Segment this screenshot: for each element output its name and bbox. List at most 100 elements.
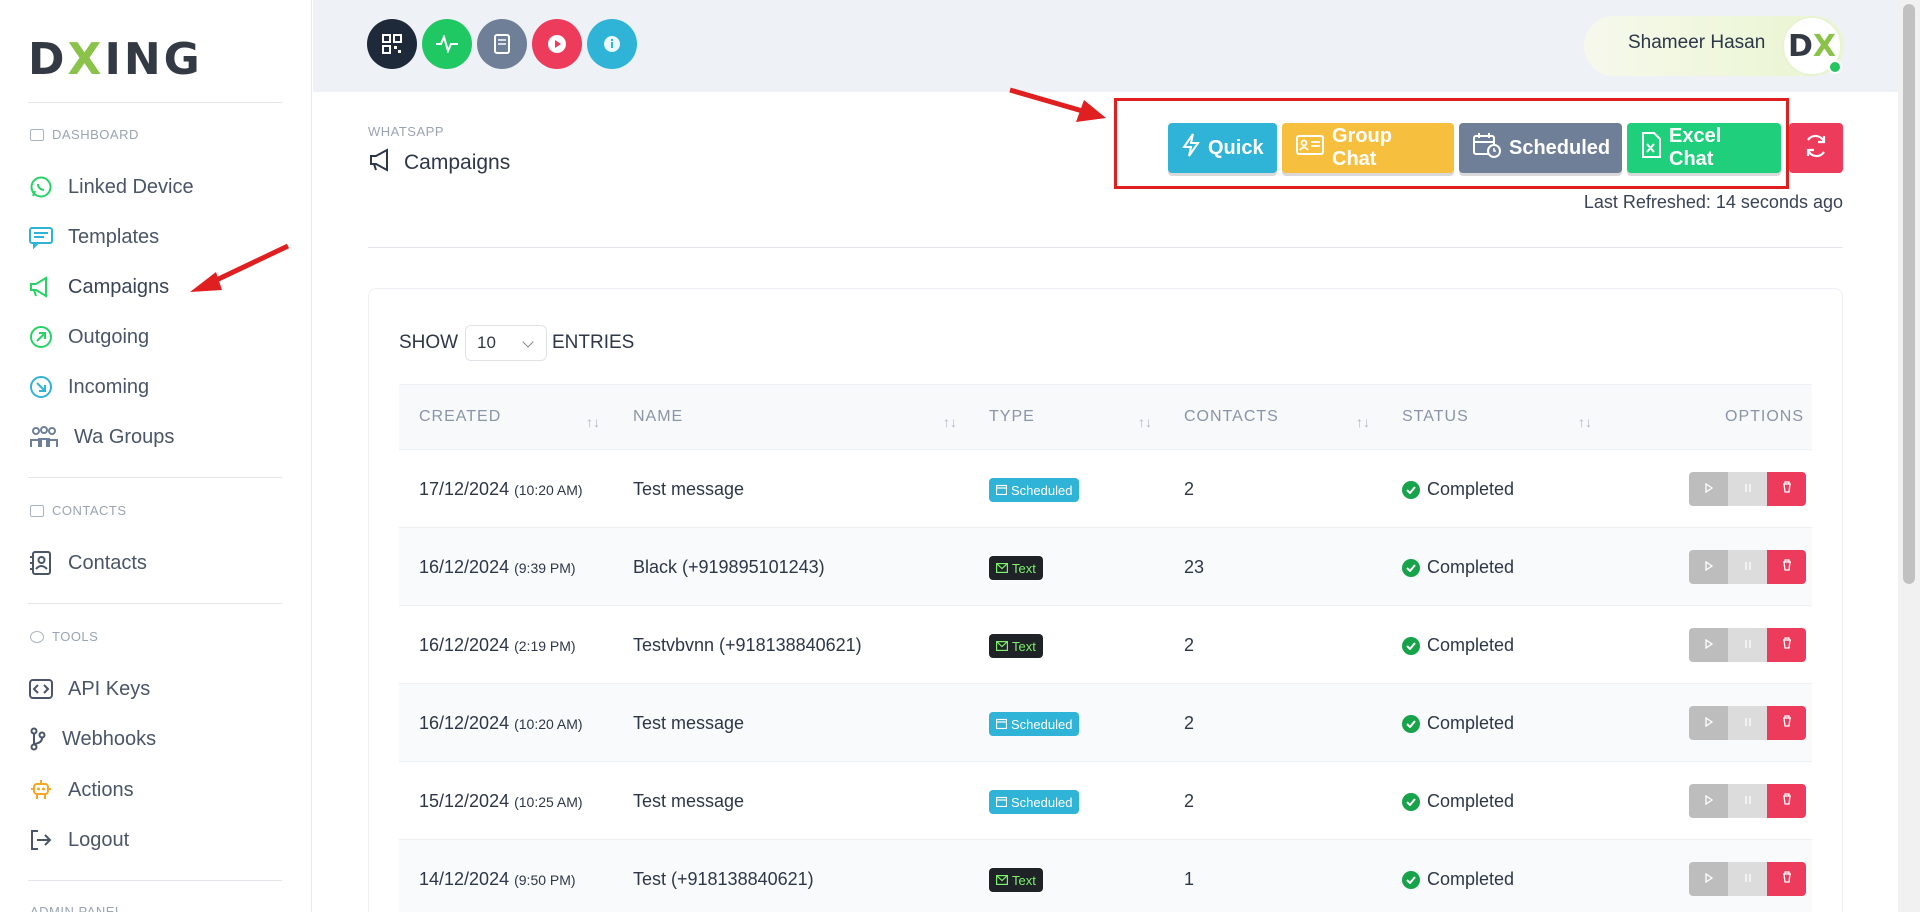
pause-button[interactable]	[1728, 628, 1767, 662]
refresh-button[interactable]	[1789, 123, 1843, 173]
delete-button[interactable]	[1767, 862, 1806, 896]
entries-select[interactable]: 10	[465, 325, 547, 361]
pause-icon	[1744, 558, 1752, 576]
sidebar-divider	[28, 603, 282, 604]
sidebar-item-webhooks[interactable]: Webhooks	[28, 721, 156, 757]
trash-icon	[1782, 558, 1792, 576]
column-header-status[interactable]: STATUS	[1402, 408, 1469, 426]
sidebar-item-label: Incoming	[68, 375, 150, 398]
sidebar-item-label: Outgoing	[68, 325, 150, 348]
pause-button[interactable]	[1728, 550, 1767, 584]
sidebar-item-campaigns[interactable]: Campaigns	[28, 269, 169, 305]
brand-logo[interactable]: DXING	[28, 38, 203, 82]
column-header-contacts[interactable]: CONTACTS	[1184, 408, 1279, 426]
sidebar-item-label: Webhooks	[62, 727, 157, 750]
type-badge: Text	[989, 634, 1043, 658]
entries-label: ENTRIES	[552, 332, 635, 353]
delete-button[interactable]	[1767, 706, 1806, 740]
qr-code-icon[interactable]	[367, 19, 417, 69]
column-header-options: OPTIONS	[1725, 408, 1805, 425]
quick-button[interactable]: Quick	[1168, 123, 1277, 173]
book-icon[interactable]	[477, 19, 527, 69]
sort-icon[interactable]: ↑↓	[1578, 414, 1592, 430]
play-button[interactable]	[1689, 628, 1728, 662]
created-cell: 14/12/2024 (9:50 PM)	[419, 869, 576, 889]
check-circle-icon	[1402, 792, 1420, 811]
breadcrumb: WHATSAPP	[368, 124, 444, 139]
sort-icon[interactable]: ↑↓	[943, 414, 957, 430]
sidebar-item-incoming[interactable]: Incoming	[28, 369, 149, 405]
pause-button[interactable]	[1728, 784, 1767, 818]
contacts-cell: 2	[1184, 635, 1195, 655]
user-name[interactable]: Shameer Hasan	[1628, 32, 1765, 54]
table-header	[399, 384, 1812, 450]
name-cell: Testvbvnn (+918138840621)	[633, 635, 862, 655]
section-title-dashboard: DASHBOARD	[30, 127, 139, 142]
scrollbar-thumb[interactable]	[1903, 4, 1915, 584]
contacts-cell: 2	[1184, 713, 1195, 733]
status-badge: Completed	[1402, 635, 1514, 656]
whatsapp-icon	[28, 174, 54, 200]
pause-icon	[1744, 480, 1752, 498]
sidebar-item-linked-device[interactable]: Linked Device	[28, 169, 194, 205]
table-row	[399, 840, 1812, 912]
scheduled-button[interactable]: Scheduled	[1459, 123, 1622, 173]
contacts-cell: 1	[1184, 869, 1195, 889]
name-cell: Test message	[633, 791, 745, 811]
sidebar-divider	[28, 477, 282, 478]
pause-button[interactable]	[1728, 862, 1767, 896]
sidebar-item-label: Linked Device	[68, 175, 194, 198]
last-refreshed-text: Last Refreshed: 14 seconds ago	[1583, 192, 1843, 212]
sidebar-item-wa-groups[interactable]: Wa Groups	[28, 419, 174, 455]
play-icon	[1704, 636, 1713, 654]
check-circle-icon	[1402, 636, 1420, 655]
column-header-created[interactable]: CREATED	[419, 408, 501, 426]
check-circle-icon	[1402, 558, 1420, 577]
calendar-icon	[995, 795, 1008, 810]
id-card-icon	[1296, 134, 1324, 162]
created-cell: 16/12/2024 (2:19 PM)	[419, 635, 576, 655]
play-button[interactable]	[1689, 472, 1728, 506]
status-badge: Completed	[1402, 557, 1514, 578]
play-icon	[1704, 558, 1713, 576]
arrow-down-right-icon	[28, 374, 54, 400]
sidebar-item-contacts[interactable]: Contacts	[28, 545, 147, 581]
sidebar-item-actions[interactable]: Actions	[28, 772, 134, 808]
delete-button[interactable]	[1767, 472, 1806, 506]
envelope-icon	[996, 561, 1009, 576]
column-header-type[interactable]: TYPE	[989, 408, 1035, 426]
sort-icon[interactable]: ↑↓	[1356, 414, 1370, 430]
sidebar-item-templates[interactable]: Templates	[28, 219, 159, 255]
sort-icon[interactable]: ↑↓	[586, 414, 600, 430]
play-button[interactable]	[1689, 862, 1728, 896]
play-button[interactable]	[1689, 784, 1728, 818]
sort-icon[interactable]: ↑↓	[1138, 414, 1152, 430]
group-chat-button[interactable]: Group Chat	[1282, 123, 1454, 173]
sidebar-item-outgoing[interactable]: Outgoing	[28, 319, 149, 355]
created-cell: 15/12/2024 (10:25 AM)	[419, 791, 583, 811]
megaphone-icon	[368, 148, 394, 178]
sidebar-item-label: Campaigns	[68, 275, 170, 298]
contacts-cell: 2	[1184, 479, 1195, 499]
table-row	[399, 684, 1812, 762]
name-cell: Test message	[633, 479, 745, 499]
play-icon[interactable]	[532, 19, 582, 69]
play-button[interactable]	[1689, 550, 1728, 584]
table-row	[399, 450, 1812, 528]
pulse-icon[interactable]	[422, 19, 472, 69]
logout-icon	[28, 827, 54, 853]
pause-icon	[1744, 636, 1752, 654]
info-icon[interactable]	[587, 19, 637, 69]
contacts-cell: 2	[1184, 791, 1195, 811]
sidebar-item-logout[interactable]: Logout	[28, 822, 129, 858]
sidebar-item-api-keys[interactable]: API Keys	[28, 671, 150, 707]
type-badge: Text	[989, 868, 1043, 892]
play-button[interactable]	[1689, 706, 1728, 740]
delete-button[interactable]	[1767, 784, 1806, 818]
column-header-name[interactable]: NAME	[633, 408, 683, 426]
delete-button[interactable]	[1767, 628, 1806, 662]
excel-chat-button[interactable]: Excel Chat	[1627, 123, 1781, 173]
pause-button[interactable]	[1728, 472, 1767, 506]
pause-button[interactable]	[1728, 706, 1767, 740]
delete-button[interactable]	[1767, 550, 1806, 584]
